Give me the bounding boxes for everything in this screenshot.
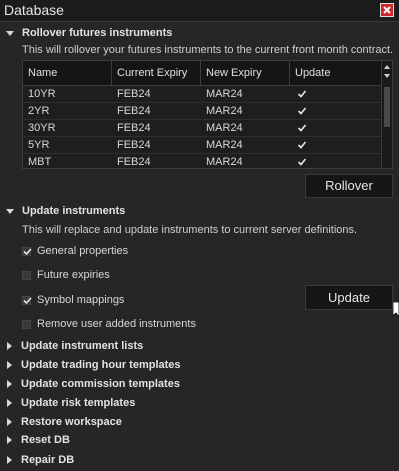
cell-name: 5YR	[28, 139, 50, 151]
table-row[interactable]: 30YR FEB24 MAR24	[23, 120, 381, 137]
section-title: Restore workspace	[21, 416, 122, 428]
rollover-section-toggle[interactable]: Rollover futures instruments	[6, 27, 172, 39]
rollover-button[interactable]: Rollover	[305, 174, 393, 198]
cell-name: 30YR	[28, 122, 56, 134]
option-label: Symbol mappings	[37, 294, 125, 306]
title-bar: Database	[0, 0, 399, 22]
section-title: Reset DB	[21, 434, 70, 446]
column-header-update[interactable]: Update	[290, 61, 381, 85]
chevron-right-icon	[7, 418, 12, 426]
section-restore-workspace[interactable]: Restore workspace	[6, 416, 122, 428]
option-remove-user-added[interactable]: Remove user added instruments	[22, 318, 196, 330]
section-reset-db[interactable]: Reset DB	[6, 434, 70, 446]
checkmark-icon[interactable]	[297, 89, 307, 99]
option-label: Remove user added instruments	[37, 318, 196, 330]
section-update-trading-hour-templates[interactable]: Update trading hour templates	[6, 359, 181, 371]
checkbox-general-properties[interactable]	[22, 246, 32, 256]
table-row[interactable]: 5YR FEB24 MAR24	[23, 137, 381, 154]
checkbox-remove-user-added[interactable]	[22, 319, 31, 329]
rollover-table: Name Current Expiry New Expiry Update 10…	[22, 60, 393, 169]
chevron-right-icon	[7, 399, 12, 407]
scroll-thumb[interactable]	[384, 87, 390, 127]
checkmark-icon[interactable]	[297, 123, 307, 133]
option-symbol-mappings[interactable]: Symbol mappings	[22, 294, 124, 306]
cell-name: MBT	[28, 156, 52, 168]
window-title: Database	[4, 2, 64, 18]
option-label: Future expiries	[37, 269, 110, 281]
update-button[interactable]: Update	[305, 285, 393, 310]
cell-new-expiry: MAR24	[206, 139, 243, 151]
section-title: Repair DB	[21, 454, 75, 466]
cell-current-expiry: FEB24	[117, 156, 151, 168]
mouse-cursor-icon	[393, 302, 399, 318]
option-label: General properties	[37, 245, 129, 257]
table-row[interactable]: MBT FEB24 MAR24	[23, 154, 381, 168]
cell-current-expiry: FEB24	[117, 88, 151, 100]
column-header-new-expiry[interactable]: New Expiry	[201, 61, 290, 85]
cell-new-expiry: MAR24	[206, 105, 243, 117]
table-row[interactable]: 10YR FEB24 MAR24	[23, 86, 381, 103]
cell-current-expiry: FEB24	[117, 139, 151, 151]
checkmark-icon	[23, 296, 32, 304]
section-title: Update trading hour templates	[21, 359, 181, 371]
chevron-down-icon	[6, 208, 14, 214]
column-header-name[interactable]: Name	[23, 61, 112, 85]
close-icon	[383, 6, 391, 14]
close-button[interactable]	[380, 3, 394, 17]
scroll-down-icon[interactable]	[384, 74, 390, 78]
chevron-right-icon	[7, 361, 12, 369]
section-title: Update instrument lists	[21, 340, 144, 352]
checkmark-icon[interactable]	[297, 157, 307, 167]
chevron-right-icon	[7, 456, 12, 464]
section-update-commission-templates[interactable]: Update commission templates	[6, 378, 180, 390]
scroll-up-icon[interactable]	[384, 65, 390, 69]
cell-new-expiry: MAR24	[206, 122, 243, 134]
section-update-risk-templates[interactable]: Update risk templates	[6, 397, 135, 409]
rollover-description: This will rollover your futures instrume…	[22, 44, 394, 56]
checkbox-symbol-mappings[interactable]	[22, 295, 32, 305]
chevron-right-icon	[7, 436, 12, 444]
checkmark-icon[interactable]	[297, 140, 307, 150]
section-title: Update commission templates	[21, 378, 180, 390]
option-future-expiries[interactable]: Future expiries	[22, 269, 110, 281]
section-title: Update risk templates	[21, 397, 136, 409]
update-instruments-description: This will replace and update instruments…	[22, 224, 358, 236]
cell-current-expiry: FEB24	[117, 122, 151, 134]
chevron-right-icon	[7, 380, 12, 388]
rollover-section-title: Rollover futures instruments	[22, 27, 173, 39]
table-scrollbar[interactable]	[381, 61, 392, 168]
option-general-properties[interactable]: General properties	[22, 245, 128, 257]
cell-new-expiry: MAR24	[206, 156, 243, 168]
section-update-instrument-lists[interactable]: Update instrument lists	[6, 340, 143, 352]
cell-name: 2YR	[28, 105, 50, 117]
table-header: Name Current Expiry New Expiry Update	[23, 61, 381, 86]
section-repair-db[interactable]: Repair DB	[6, 454, 74, 466]
checkmark-icon[interactable]	[297, 106, 307, 116]
column-header-current-expiry[interactable]: Current Expiry	[112, 61, 201, 85]
update-instruments-section-toggle[interactable]: Update instruments	[6, 205, 125, 217]
cell-new-expiry: MAR24	[206, 88, 243, 100]
chevron-right-icon	[7, 342, 12, 350]
checkbox-future-expiries[interactable]	[22, 270, 31, 280]
chevron-down-icon	[6, 30, 14, 36]
table-row[interactable]: 2YR FEB24 MAR24	[23, 103, 381, 120]
update-instruments-section-title: Update instruments	[22, 205, 126, 217]
cell-name: 10YR	[28, 88, 56, 100]
cell-current-expiry: FEB24	[117, 105, 151, 117]
checkmark-icon	[23, 247, 32, 255]
